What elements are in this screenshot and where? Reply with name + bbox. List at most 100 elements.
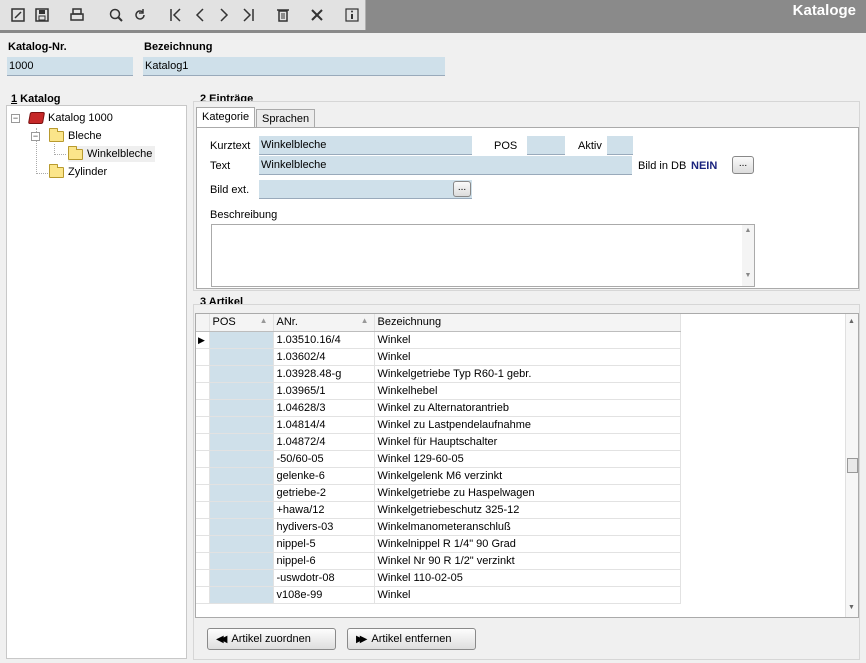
table-row[interactable]: v108e-99 Winkel	[196, 586, 681, 604]
cell-anr[interactable]: gelenke-6	[273, 467, 375, 485]
save-icon[interactable]	[32, 5, 52, 25]
cell-pos[interactable]	[209, 467, 274, 485]
cell-anr[interactable]: 1.04872/4	[273, 433, 375, 451]
artikel-zuordnen-button[interactable]: ◀◀ Artikel zuordnen	[207, 628, 336, 650]
cell-bezeichnung[interactable]: Winkel zu Alternatorantrieb	[374, 399, 681, 417]
cell-anr[interactable]: 1.04814/4	[273, 416, 375, 434]
table-row[interactable]: ▶ 1.03510.16/4 Winkel	[196, 331, 681, 349]
cell-pos[interactable]	[209, 518, 274, 536]
previous-record-icon[interactable]	[190, 5, 210, 25]
cell-bezeichnung[interactable]: Winkelgetriebe Typ R60-1 gebr.	[374, 365, 681, 383]
cell-bezeichnung[interactable]: Winkelnippel R 1/4" 90 Grad	[374, 535, 681, 553]
cell-pos[interactable]	[209, 348, 274, 366]
cell-anr[interactable]: +hawa/12	[273, 501, 375, 519]
cell-pos[interactable]	[209, 331, 274, 349]
tree-node-katalog-1000[interactable]: Katalog 1000	[27, 110, 113, 126]
artikel-entfernen-button[interactable]: ▶▶ Artikel entfernen	[347, 628, 476, 650]
table-row[interactable]: 1.03602/4 Winkel	[196, 348, 681, 366]
cell-anr[interactable]: 1.03928.48-g	[273, 365, 375, 383]
scroll-down-icon[interactable]: ▼	[848, 604, 855, 611]
table-row[interactable]: 1.03928.48-g Winkelgetriebe Typ R60-1 geb…	[196, 365, 681, 383]
close-icon[interactable]	[307, 5, 327, 25]
cell-anr[interactable]: nippel-5	[273, 535, 375, 553]
row-indicator[interactable]	[196, 535, 210, 553]
kurztext-field[interactable]: Winkelbleche	[259, 136, 472, 155]
cell-bezeichnung[interactable]: Winkelgelenk M6 verzinkt	[374, 467, 681, 485]
cell-pos[interactable]	[209, 501, 274, 519]
first-record-icon[interactable]	[166, 5, 186, 25]
collapse-icon[interactable]: −	[31, 132, 40, 141]
cell-bezeichnung[interactable]: Winkelgetriebe zu Haspelwagen	[374, 484, 681, 502]
cell-anr[interactable]: 1.03510.16/4	[273, 331, 375, 349]
cell-anr[interactable]: 1.03965/1	[273, 382, 375, 400]
cell-pos[interactable]	[209, 399, 274, 417]
collapse-icon[interactable]: −	[11, 114, 20, 123]
row-indicator[interactable]	[196, 348, 210, 366]
bild-ext-field[interactable]	[259, 180, 472, 199]
row-indicator[interactable]	[196, 484, 210, 502]
cell-pos[interactable]	[209, 535, 274, 553]
table-row[interactable]: 1.04628/3 Winkel zu Alternatorantrieb	[196, 399, 681, 417]
table-row[interactable]: gelenke-6 Winkelgelenk M6 verzinkt	[196, 467, 681, 485]
scroll-thumb[interactable]	[847, 458, 858, 473]
scroll-down-icon[interactable]: ▼	[742, 272, 754, 279]
cell-anr[interactable]: hydivers-03	[273, 518, 375, 536]
cell-bezeichnung[interactable]: Winkel 129-60-05	[374, 450, 681, 468]
cell-bezeichnung[interactable]: Winkel 110-02-05	[374, 569, 681, 587]
table-row[interactable]: -50/60-05 Winkel 129-60-05	[196, 450, 681, 468]
cell-anr[interactable]: 1.03602/4	[273, 348, 375, 366]
table-row[interactable]: -uswdotr-08 Winkel 110-02-05	[196, 569, 681, 587]
tab-kategorie[interactable]: Kategorie	[196, 107, 256, 127]
table-row[interactable]: hydivers-03 Winkelmanometeranschluß	[196, 518, 681, 536]
cell-bezeichnung[interactable]: Winkelgetriebeschutz 325-12	[374, 501, 681, 519]
bezeichnung-field[interactable]: Katalog1	[143, 57, 445, 76]
scroll-up-icon[interactable]: ▲	[848, 318, 855, 325]
cell-pos[interactable]	[209, 365, 274, 383]
row-indicator[interactable]	[196, 518, 210, 536]
bild-ext-browse-button[interactable]: ...	[453, 181, 471, 197]
table-row[interactable]: 1.04872/4 Winkel für Hauptschalter	[196, 433, 681, 451]
column-header-bezeichnung[interactable]: Bezeichnung	[374, 314, 681, 332]
cell-bezeichnung[interactable]: Winkel Nr 90 R 1/2" verzinkt	[374, 552, 681, 570]
row-indicator[interactable]	[196, 365, 210, 383]
table-row[interactable]: +hawa/12 Winkelgetriebeschutz 325-12	[196, 501, 681, 519]
table-row[interactable]: getriebe-2 Winkelgetriebe zu Haspelwagen	[196, 484, 681, 502]
cell-bezeichnung[interactable]: Winkel	[374, 348, 681, 366]
row-indicator[interactable]	[196, 416, 210, 434]
cell-anr[interactable]: getriebe-2	[273, 484, 375, 502]
beschreibung-textarea[interactable]	[211, 224, 755, 287]
cell-anr[interactable]: nippel-6	[273, 552, 375, 570]
table-row[interactable]: nippel-6 Winkel Nr 90 R 1/2" verzinkt	[196, 552, 681, 570]
row-indicator[interactable]	[196, 467, 210, 485]
cell-bezeichnung[interactable]: Winkel	[374, 331, 681, 349]
column-header-pos[interactable]: POS ▲	[209, 314, 274, 332]
cell-pos[interactable]	[209, 433, 274, 451]
cell-anr[interactable]: -50/60-05	[273, 450, 375, 468]
refresh-icon[interactable]	[130, 5, 150, 25]
cell-anr[interactable]: 1.04628/3	[273, 399, 375, 417]
cell-bezeichnung[interactable]: Winkel zu Lastpendelaufnahme	[374, 416, 681, 434]
table-row[interactable]: 1.04814/4 Winkel zu Lastpendelaufnahme	[196, 416, 681, 434]
pos-field[interactable]	[527, 136, 565, 155]
next-record-icon[interactable]	[214, 5, 234, 25]
tree-node-winkelbleche[interactable]: Winkelbleche	[68, 145, 156, 162]
cell-anr[interactable]: -uswdotr-08	[273, 569, 375, 587]
column-header-anr[interactable]: ANr. ▲	[273, 314, 375, 332]
cell-pos[interactable]	[209, 416, 274, 434]
table-row[interactable]: nippel-5 Winkelnippel R 1/4" 90 Grad	[196, 535, 681, 553]
tree-node-zylinder[interactable]: Zylinder	[49, 163, 107, 180]
cell-pos[interactable]	[209, 382, 274, 400]
search-icon[interactable]	[106, 5, 126, 25]
cell-pos[interactable]	[209, 569, 274, 587]
cell-bezeichnung[interactable]: Winkelhebel	[374, 382, 681, 400]
cell-pos[interactable]	[209, 450, 274, 468]
bild-db-browse-button[interactable]: ...	[732, 156, 754, 174]
print-icon[interactable]	[67, 5, 87, 25]
last-record-icon[interactable]	[238, 5, 258, 25]
info-icon[interactable]	[342, 5, 362, 25]
row-indicator[interactable]	[196, 569, 210, 587]
scroll-up-icon[interactable]: ▲	[742, 227, 754, 234]
row-indicator[interactable]	[196, 399, 210, 417]
delete-icon[interactable]	[273, 5, 293, 25]
table-row[interactable]: 1.03965/1 Winkelhebel	[196, 382, 681, 400]
